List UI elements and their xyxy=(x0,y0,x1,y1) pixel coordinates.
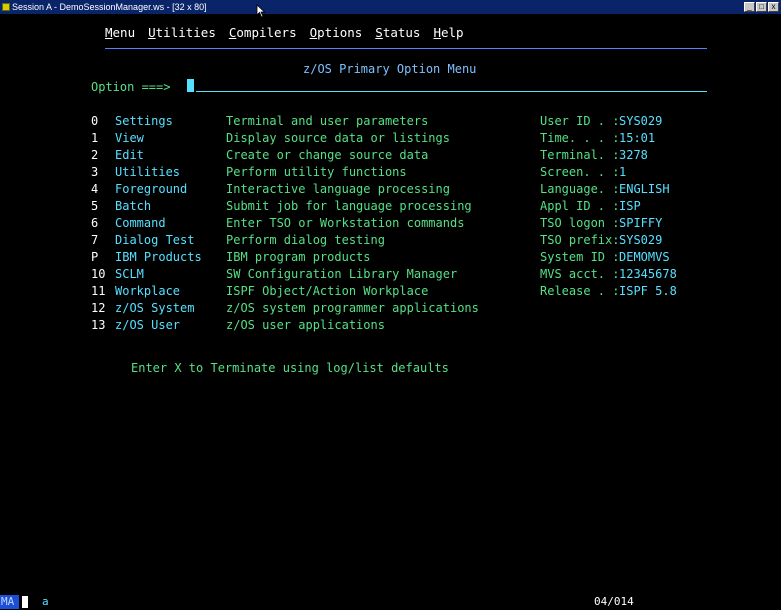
action-bar: Menu Utilities Compilers Options Status … xyxy=(105,25,477,40)
option-name[interactable]: IBM Products xyxy=(115,250,202,264)
option-description: Submit job for language processing xyxy=(226,199,472,213)
menu-menu[interactable]: Menu xyxy=(105,25,135,40)
option-number: 1 xyxy=(91,131,99,145)
option-description: SW Configuration Library Manager xyxy=(226,267,458,281)
option-number: 7 xyxy=(91,233,99,247)
option-name[interactable]: Settings xyxy=(115,114,173,128)
mouse-pointer-icon xyxy=(256,4,266,18)
info-label: Language. : xyxy=(540,182,620,196)
option-name[interactable]: Workplace xyxy=(115,284,180,298)
info-label: MVS acct. : xyxy=(540,267,620,281)
terminate-hint: Enter X to Terminate using log/list defa… xyxy=(131,361,449,375)
info-label: User ID . : xyxy=(540,114,620,128)
option-number: 10 xyxy=(91,267,106,281)
menu-utilities[interactable]: Utilities xyxy=(148,25,216,40)
option-description: Terminal and user parameters xyxy=(226,114,429,128)
info-value: ENGLISH xyxy=(619,182,670,196)
option-name[interactable]: Dialog Test xyxy=(115,233,194,247)
option-name[interactable]: Foreground xyxy=(115,182,187,196)
option-name[interactable]: Command xyxy=(115,216,166,230)
option-description: Perform utility functions xyxy=(226,165,407,179)
option-description: z/OS user applications xyxy=(226,318,385,332)
option-description: Interactive language processing xyxy=(226,182,450,196)
status-cursor-position: 04/014 xyxy=(594,595,634,608)
info-tso-prefix: TSO prefix: SYS029 xyxy=(540,233,662,247)
info-tso-logon: TSO logon : SPIFFY xyxy=(540,216,662,230)
info-value: 15:01 xyxy=(619,131,656,145)
info-value: 12345678 xyxy=(619,267,677,281)
info-terminal: Terminal. : 3278 xyxy=(540,148,648,162)
info-appl-id: Appl ID . : ISP xyxy=(540,199,641,213)
option-description: Perform dialog testing xyxy=(226,233,385,247)
info-label: Terminal. : xyxy=(540,148,620,162)
close-button[interactable]: x xyxy=(768,2,779,12)
info-system-id: System ID : DEMOMVS xyxy=(540,250,670,264)
info-value: DEMOMVS xyxy=(619,250,670,264)
option-name[interactable]: View xyxy=(115,131,144,145)
info-release: Release . : ISPF 5.8 xyxy=(540,284,677,298)
info-label: System ID : xyxy=(540,250,620,264)
info-mvs-acct: MVS acct. : 12345678 xyxy=(540,267,677,281)
info-language: Language. : ENGLISH xyxy=(540,182,670,196)
option-name[interactable]: Utilities xyxy=(115,165,180,179)
window-title: Session A - DemoSessionManager.ws - [32 … xyxy=(12,2,207,12)
option-number: 2 xyxy=(91,148,99,162)
info-value: 1 xyxy=(619,165,627,179)
option-description: Enter TSO or Workstation commands xyxy=(226,216,465,230)
menu-options[interactable]: Options xyxy=(310,25,363,40)
window-controls: _ □ x xyxy=(744,2,779,12)
app-icon[interactable] xyxy=(2,3,10,11)
option-number: 6 xyxy=(91,216,99,230)
option-name[interactable]: Edit xyxy=(115,148,144,162)
option-number: 3 xyxy=(91,165,99,179)
option-name[interactable]: z/OS System xyxy=(115,301,194,315)
info-label: Screen. . : xyxy=(540,165,620,179)
option-description: ISPF Object/Action Workplace xyxy=(226,284,429,298)
option-number: 13 xyxy=(91,318,106,332)
info-label: Appl ID . : xyxy=(540,199,620,213)
info-label: Time. . . : xyxy=(540,131,620,145)
info-user-id: User ID . : SYS029 xyxy=(540,114,662,128)
minimize-button[interactable]: _ xyxy=(744,2,755,12)
maximize-button[interactable]: □ xyxy=(756,2,767,12)
info-time: Time. . . : 15:01 xyxy=(540,131,655,145)
info-label: Release . : xyxy=(540,284,620,298)
operator-information-area: MA a 04/014 xyxy=(0,595,781,610)
option-input-cursor[interactable] xyxy=(187,79,194,92)
info-value: SYS029 xyxy=(619,114,663,128)
option-number: 12 xyxy=(91,301,106,315)
menu-compilers[interactable]: Compilers xyxy=(229,25,297,40)
status-mode-indicator: MA xyxy=(0,595,19,609)
option-number: 4 xyxy=(91,182,99,196)
menu-help[interactable]: Help xyxy=(433,25,463,40)
info-value: ISPF 5.8 xyxy=(619,284,677,298)
info-value: 3278 xyxy=(619,148,648,162)
option-name[interactable]: Batch xyxy=(115,199,151,213)
option-description: Display source data or listings xyxy=(226,131,450,145)
option-number: 5 xyxy=(91,199,99,213)
window-titlebar: Session A - DemoSessionManager.ws - [32 … xyxy=(0,0,781,14)
option-number: 0 xyxy=(91,114,99,128)
menu-separator xyxy=(105,48,707,49)
option-number: 11 xyxy=(91,284,106,298)
info-label: TSO prefix: xyxy=(540,233,620,247)
option-name[interactable]: SCLM xyxy=(115,267,144,281)
option-prompt: Option ===> xyxy=(91,80,171,94)
info-value: ISP xyxy=(619,199,641,213)
info-value: SYS029 xyxy=(619,233,663,247)
status-cursor-block xyxy=(22,596,28,608)
status-session-indicator: a xyxy=(42,595,49,608)
info-value: SPIFFY xyxy=(619,216,663,230)
option-number: P xyxy=(91,250,99,264)
panel-title: z/OS Primary Option Menu xyxy=(303,62,477,76)
option-description: z/OS system programmer applications xyxy=(226,301,479,315)
info-label: TSO logon : xyxy=(540,216,620,230)
option-input-field[interactable] xyxy=(196,91,707,92)
menu-status[interactable]: Status xyxy=(375,25,420,40)
option-description: Create or change source data xyxy=(226,148,429,162)
option-name[interactable]: z/OS User xyxy=(115,318,180,332)
option-description: IBM program products xyxy=(226,250,371,264)
info-screen: Screen. . : 1 xyxy=(540,165,626,179)
